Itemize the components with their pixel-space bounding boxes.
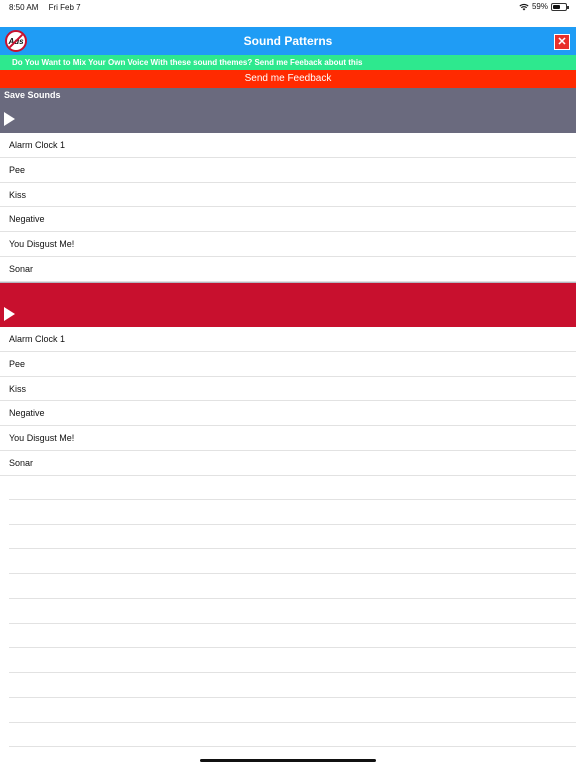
status-left: 8:50 AM Fri Feb 7 — [9, 3, 89, 12]
list-item-label: Pee — [9, 164, 26, 175]
wifi-icon — [519, 3, 529, 10]
empty-row — [9, 500, 576, 525]
nav-bar: Ads Sound Patterns ✕ — [0, 27, 576, 55]
list-item[interactable]: Kiss — [0, 377, 576, 402]
status-bar: 8:50 AM Fri Feb 7 59% — [0, 0, 576, 14]
battery-icon — [551, 2, 569, 11]
empty-row — [9, 673, 576, 698]
status-date: Fri Feb 7 — [48, 3, 81, 12]
page-title: Sound Patterns — [243, 34, 333, 48]
list-item-label: You Disgust Me! — [9, 433, 75, 443]
sound-list-2: Alarm Clock 1 Pee Kiss Negative You Disg… — [0, 327, 576, 476]
empty-table-rows — [0, 475, 576, 748]
empty-row — [9, 574, 576, 599]
list-item-label: Negative — [9, 408, 45, 419]
list-item[interactable]: Negative — [0, 401, 576, 426]
empty-row — [9, 723, 576, 748]
list-item[interactable]: Alarm Clock 1 — [0, 133, 576, 158]
status-right: 59% — [519, 2, 569, 11]
sound-player-2 — [0, 282, 576, 327]
sound-player-1: Save Sounds — [0, 88, 576, 133]
list-item-label: Negative — [9, 214, 45, 225]
empty-row — [9, 698, 576, 723]
list-item[interactable]: You Disgust Me! — [0, 426, 576, 451]
close-button[interactable]: ✕ — [554, 34, 570, 50]
list-item[interactable]: Sonar — [0, 451, 576, 476]
promo-banner[interactable]: Do You Want to Mix Your Own Voice With t… — [0, 55, 576, 70]
list-item[interactable]: You Disgust Me! — [0, 232, 576, 257]
play-icon[interactable] — [4, 112, 15, 126]
empty-row — [9, 624, 576, 649]
list-item-label: Kiss — [9, 383, 27, 394]
list-item[interactable]: Alarm Clock 1 — [0, 327, 576, 352]
empty-row — [9, 475, 576, 500]
list-item-label: Sonar — [9, 457, 34, 468]
list-item-label: Alarm Clock 1 — [9, 140, 66, 150]
play-icon[interactable] — [4, 307, 15, 321]
status-time: 8:50 AM — [9, 3, 39, 12]
send-feedback-button[interactable]: Send me Feedback — [0, 70, 576, 88]
battery-fill — [553, 4, 561, 9]
home-indicator[interactable] — [200, 759, 376, 762]
empty-row — [9, 599, 576, 624]
list-item[interactable]: Kiss — [0, 183, 576, 208]
list-item-label: Alarm Clock 1 — [9, 334, 66, 344]
empty-row — [9, 525, 576, 550]
list-item[interactable]: Negative — [0, 207, 576, 232]
list-item[interactable]: Pee — [0, 158, 576, 183]
list-item-label: Pee — [9, 358, 26, 369]
close-icon: ✕ — [557, 35, 567, 48]
list-item-label: Sonar — [9, 263, 34, 274]
list-item-label: You Disgust Me! — [9, 239, 75, 249]
list-item[interactable]: Sonar — [0, 257, 576, 282]
player-label: Save Sounds — [4, 90, 61, 100]
empty-row — [9, 549, 576, 574]
battery-percent: 59% — [531, 2, 548, 11]
list-item-label: Kiss — [9, 189, 27, 200]
sound-list-1: Alarm Clock 1 Pee Kiss Negative You Disg… — [0, 133, 576, 282]
list-item[interactable]: Pee — [0, 352, 576, 377]
empty-row — [9, 648, 576, 673]
